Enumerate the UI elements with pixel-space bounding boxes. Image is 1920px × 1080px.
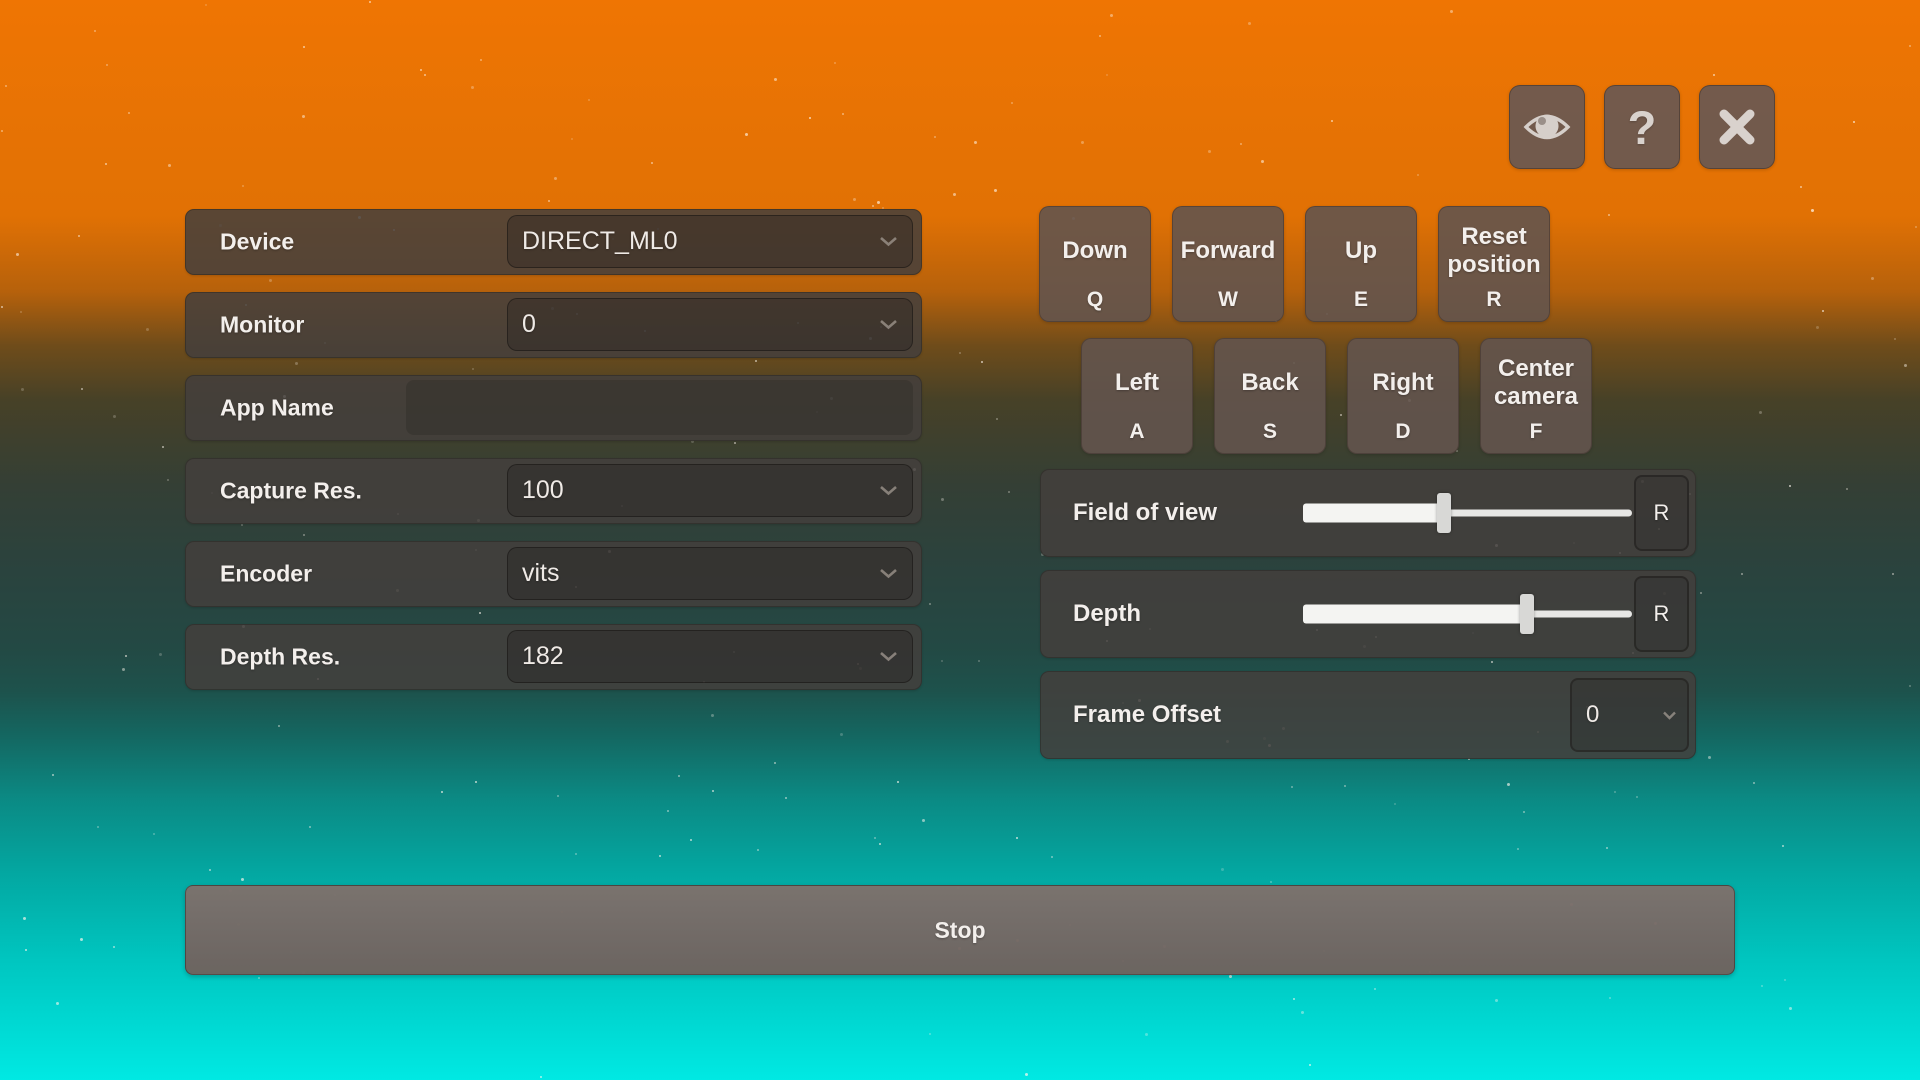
capture-res-label: Capture Res. bbox=[220, 478, 362, 505]
chevron-down-icon bbox=[879, 485, 898, 496]
eye-icon bbox=[1523, 110, 1571, 144]
frame-offset-dropdown[interactable]: 0 bbox=[1570, 678, 1689, 752]
movement-pad-row2: Left A Back S Right D Center camera F bbox=[1081, 338, 1592, 454]
reset-position-button[interactable]: Reset position R bbox=[1438, 206, 1550, 322]
depth-reset-button[interactable]: R bbox=[1634, 576, 1689, 652]
topbar: ? bbox=[1509, 85, 1775, 169]
move-right-key: D bbox=[1395, 420, 1410, 444]
capture-res-row: Capture Res. 100 bbox=[185, 458, 922, 524]
chevron-down-icon bbox=[879, 651, 898, 662]
field-of-view-label: Field of view bbox=[1073, 499, 1217, 527]
field-of-view-panel: Field of view R bbox=[1040, 469, 1696, 557]
move-right-button[interactable]: Right D bbox=[1347, 338, 1459, 454]
app-name-input[interactable] bbox=[406, 380, 913, 435]
move-forward-label: Forward bbox=[1181, 213, 1276, 288]
center-camera-label: Center camera bbox=[1485, 345, 1587, 420]
center-camera-key: F bbox=[1530, 420, 1543, 444]
depth-res-dropdown[interactable]: 182 bbox=[507, 630, 913, 683]
close-icon bbox=[1716, 106, 1758, 148]
depth-slider[interactable] bbox=[1303, 594, 1632, 634]
chevron-down-icon bbox=[879, 236, 898, 247]
move-back-label: Back bbox=[1241, 345, 1298, 420]
stop-button[interactable]: Stop bbox=[185, 885, 1735, 975]
question-mark-icon: ? bbox=[1628, 104, 1657, 151]
chevron-down-icon bbox=[1662, 711, 1677, 720]
move-left-button[interactable]: Left A bbox=[1081, 338, 1193, 454]
move-down-key: Q bbox=[1087, 288, 1103, 312]
device-row: Device DIRECT_ML0 bbox=[185, 209, 922, 275]
depth-res-label: Depth Res. bbox=[220, 644, 340, 671]
app-name-label: App Name bbox=[220, 395, 334, 422]
center-camera-button[interactable]: Center camera F bbox=[1480, 338, 1592, 454]
reset-position-label: Reset position bbox=[1443, 213, 1545, 288]
chevron-down-icon bbox=[879, 319, 898, 330]
settings-panel: Device DIRECT_ML0 Monitor 0 App Name Cap bbox=[185, 209, 922, 690]
app-background: ? Device DIRECT_ML0 Monitor 0 bbox=[0, 0, 1920, 1080]
app-name-row: App Name bbox=[185, 375, 922, 441]
slider-fill bbox=[1303, 504, 1444, 523]
move-up-key: E bbox=[1354, 288, 1368, 312]
help-button[interactable]: ? bbox=[1604, 85, 1680, 169]
monitor-label: Monitor bbox=[220, 312, 304, 339]
encoder-value: vits bbox=[522, 559, 560, 588]
frame-offset-label: Frame Offset bbox=[1073, 701, 1221, 729]
reset-position-key: R bbox=[1486, 288, 1501, 312]
encoder-row: Encoder vits bbox=[185, 541, 922, 607]
frame-offset-panel: Frame Offset 0 bbox=[1040, 671, 1696, 759]
capture-res-dropdown[interactable]: 100 bbox=[507, 464, 913, 517]
encoder-dropdown[interactable]: vits bbox=[507, 547, 913, 600]
move-forward-key: W bbox=[1218, 288, 1238, 312]
move-right-label: Right bbox=[1372, 345, 1433, 420]
slider-handle[interactable] bbox=[1520, 594, 1534, 634]
chevron-down-icon bbox=[879, 568, 898, 579]
frame-offset-value: 0 bbox=[1586, 701, 1599, 729]
move-down-button[interactable]: Down Q bbox=[1039, 206, 1151, 322]
depth-panel: Depth R bbox=[1040, 570, 1696, 658]
move-up-button[interactable]: Up E bbox=[1305, 206, 1417, 322]
depth-res-value: 182 bbox=[522, 642, 564, 671]
movement-pad-row1: Down Q Forward W Up E Reset position R bbox=[1039, 206, 1550, 322]
field-of-view-slider[interactable] bbox=[1303, 493, 1632, 533]
close-button[interactable] bbox=[1699, 85, 1775, 169]
monitor-dropdown[interactable]: 0 bbox=[507, 298, 913, 351]
capture-res-value: 100 bbox=[522, 476, 564, 505]
monitor-row: Monitor 0 bbox=[185, 292, 922, 358]
slider-handle[interactable] bbox=[1437, 493, 1451, 533]
device-label: Device bbox=[220, 229, 294, 256]
slider-fill bbox=[1303, 605, 1527, 624]
move-left-label: Left bbox=[1115, 345, 1159, 420]
field-of-view-reset-button[interactable]: R bbox=[1634, 475, 1689, 551]
device-dropdown[interactable]: DIRECT_ML0 bbox=[507, 215, 913, 268]
move-back-key: S bbox=[1263, 420, 1277, 444]
visibility-button[interactable] bbox=[1509, 85, 1585, 169]
move-forward-button[interactable]: Forward W bbox=[1172, 206, 1284, 322]
monitor-value: 0 bbox=[522, 310, 536, 339]
device-value: DIRECT_ML0 bbox=[522, 227, 678, 256]
camera-settings-panel: Field of view R Depth R Frame Offset 0 bbox=[1040, 469, 1696, 759]
move-left-key: A bbox=[1129, 420, 1144, 444]
depth-label: Depth bbox=[1073, 600, 1141, 628]
move-down-label: Down bbox=[1062, 213, 1127, 288]
encoder-label: Encoder bbox=[220, 561, 312, 588]
move-back-button[interactable]: Back S bbox=[1214, 338, 1326, 454]
move-up-label: Up bbox=[1345, 213, 1377, 288]
depth-res-row: Depth Res. 182 bbox=[185, 624, 922, 690]
